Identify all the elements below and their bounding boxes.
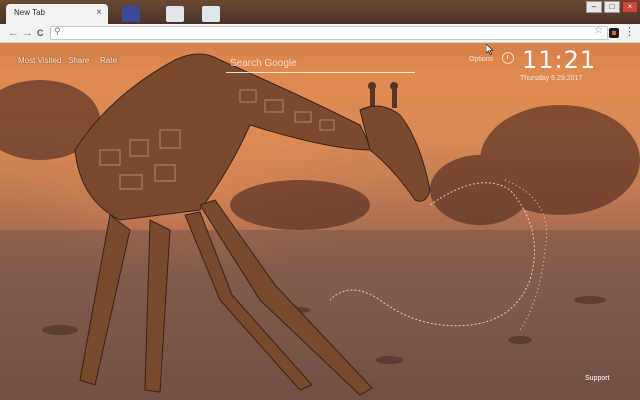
restore-button[interactable]: □ [604,1,620,13]
minimize-button[interactable]: – [586,1,602,13]
search-icon: ⚲ [54,26,61,36]
back-arrow-icon[interactable]: ← [8,26,19,40]
address-bar[interactable]: ⚲ ☆ [50,25,608,40]
share-link[interactable]: Share [68,56,89,65]
most-visited-link[interactable]: Most Visited [18,56,61,65]
close-icon[interactable]: × [96,7,102,18]
bookmark-star-icon[interactable]: ☆ [594,25,603,36]
extension-icon[interactable] [609,28,619,38]
tab-strip: New Tab × – □ × [0,0,640,24]
background-tab-thumbnail[interactable] [202,6,220,22]
tab-new-tab[interactable]: New Tab × [6,4,108,24]
google-search-box [226,53,423,73]
kebab-menu-icon[interactable]: ⋮ [624,26,635,38]
support-link[interactable]: Support [585,375,610,382]
clock-time: 11:21 [522,46,597,74]
tab-title: New Tab [14,8,45,17]
mouse-cursor-icon [486,44,494,55]
browser-toolbar: ← → C ⚲ ☆ ⋮ [0,24,640,43]
options-link[interactable]: Options [469,56,493,63]
reload-icon[interactable]: C [37,26,44,40]
rate-link[interactable]: Rate [100,56,117,65]
close-window-button[interactable]: × [622,1,638,13]
forward-arrow-icon[interactable]: → [22,26,33,40]
background-tab-thumbnail[interactable] [122,6,140,22]
search-input[interactable] [226,54,423,73]
clock-date: Thursday 6.29.2017 [520,75,583,82]
window-controls: – □ × [586,1,638,13]
background-tab-thumbnail[interactable] [166,6,184,22]
alarm-clock-icon[interactable] [502,52,514,64]
